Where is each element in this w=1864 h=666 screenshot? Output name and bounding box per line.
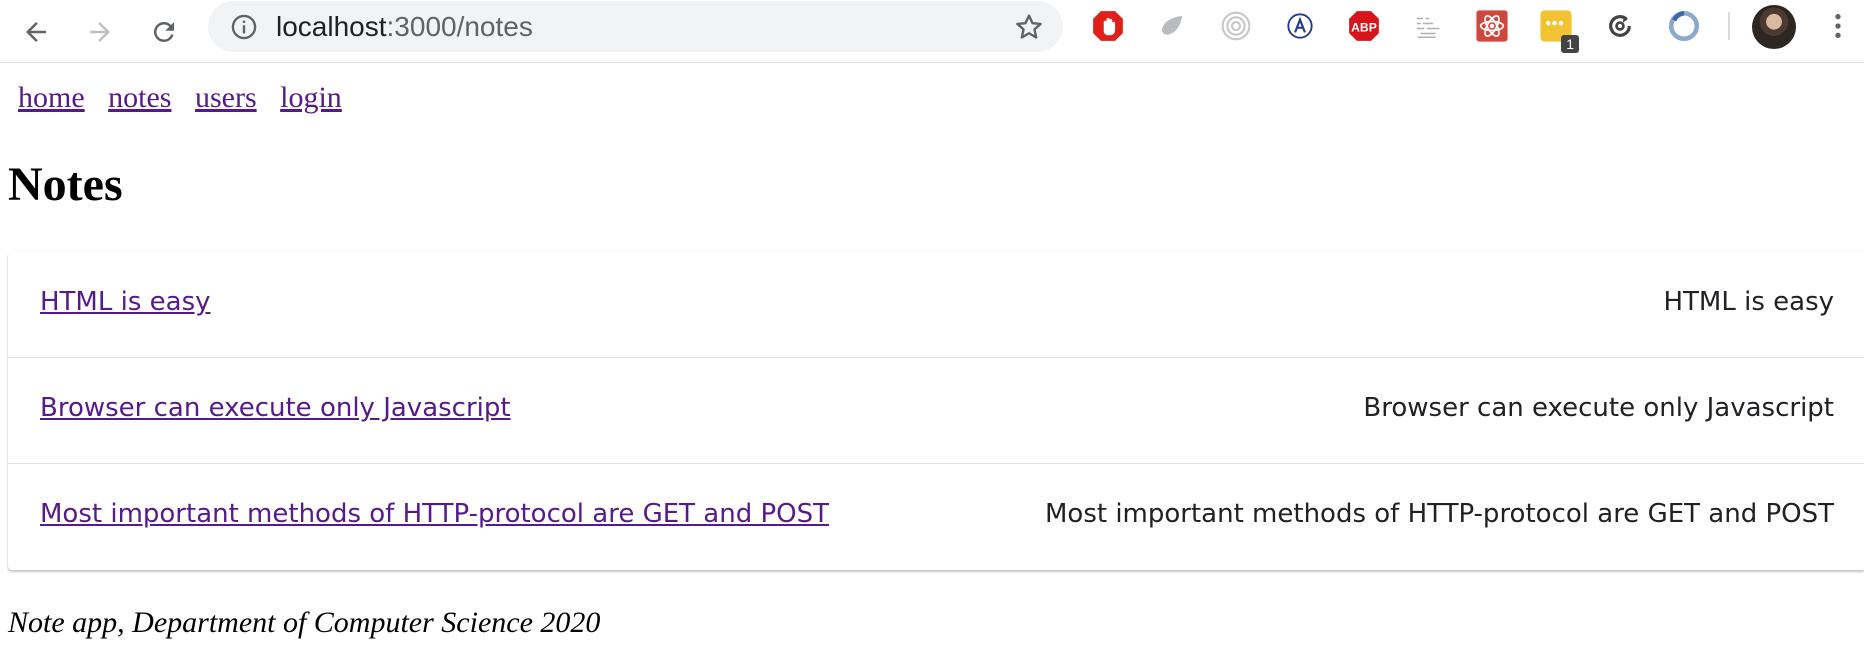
arrow-right-icon — [90, 22, 110, 42]
extension-circle-a[interactable] — [1283, 9, 1317, 43]
back-button[interactable] — [16, 12, 56, 52]
note-content: Most important methods of HTTP-protocol … — [1044, 499, 1834, 529]
table-row: Most important methods of HTTP-protocol … — [8, 464, 1864, 570]
wave-grid-icon — [1416, 17, 1440, 38]
blue-ring-icon — [1668, 10, 1700, 42]
abp-octagon-icon: ABP — [1349, 11, 1379, 41]
react-devtools-icon — [1476, 10, 1508, 42]
nav-link-notes[interactable]: notes — [108, 81, 171, 114]
extension-wave[interactable] — [1411, 9, 1445, 43]
url-path: :3000/notes — [386, 11, 533, 42]
adblock-hand-icon — [1093, 11, 1123, 41]
profile-avatar[interactable] — [1752, 5, 1796, 49]
extension-abp[interactable]: ABP — [1347, 9, 1381, 43]
extension-badge: 1 — [1561, 35, 1579, 53]
extension-refresh[interactable] — [1603, 9, 1637, 43]
reload-button[interactable] — [144, 12, 184, 52]
extension-password[interactable]: 1 — [1539, 9, 1579, 53]
extension-adblock[interactable] — [1091, 9, 1125, 43]
info-icon[interactable] — [230, 13, 258, 41]
nav-link-login[interactable]: login — [280, 81, 342, 114]
url-text[interactable]: localhost:3000/notes — [276, 10, 533, 44]
circle-a-icon — [1287, 13, 1313, 39]
table-row: HTML is easy HTML is easy — [8, 252, 1864, 358]
extension-react[interactable] — [1475, 9, 1509, 43]
notes-table: HTML is easy HTML is easy Browser can ex… — [8, 252, 1864, 570]
reload-icon — [153, 21, 174, 42]
refresh-lens-icon — [1609, 15, 1631, 37]
arrow-left-icon — [26, 22, 46, 42]
note-content: Browser can execute only Javascript — [1363, 393, 1834, 423]
grey-leaf-icon — [1162, 16, 1182, 35]
nav-link-home[interactable]: home — [18, 81, 85, 114]
extension-spiral[interactable] — [1219, 9, 1253, 43]
site-nav: home notes users login — [18, 78, 358, 118]
note-link[interactable]: Browser can execute only Javascript — [40, 393, 511, 423]
extension-leaf[interactable] — [1155, 9, 1189, 43]
address-bar[interactable]: localhost:3000/notes — [208, 1, 1063, 52]
nav-link-users[interactable]: users — [195, 81, 257, 114]
svg-text:ABP: ABP — [1351, 20, 1377, 34]
url-host: localhost — [276, 11, 387, 42]
toolbar-divider — [1728, 12, 1730, 40]
forward-button[interactable] — [80, 12, 120, 52]
extension-ring[interactable] — [1667, 9, 1701, 43]
note-link[interactable]: HTML is easy — [40, 287, 211, 317]
vertical-dots-icon[interactable] — [1822, 10, 1854, 42]
spiral-icon — [1221, 11, 1251, 41]
table-row: Browser can execute only Javascript Brow… — [8, 358, 1864, 464]
star-icon[interactable] — [1013, 11, 1045, 43]
note-content: HTML is easy — [1663, 287, 1834, 317]
page-footer: Note app, Department of Computer Science… — [8, 606, 601, 639]
page-title: Notes — [8, 158, 123, 211]
browser-toolbar: localhost:3000/notes ABP 1 — [0, 0, 1864, 63]
note-link[interactable]: Most important methods of HTTP-protocol … — [40, 499, 829, 529]
